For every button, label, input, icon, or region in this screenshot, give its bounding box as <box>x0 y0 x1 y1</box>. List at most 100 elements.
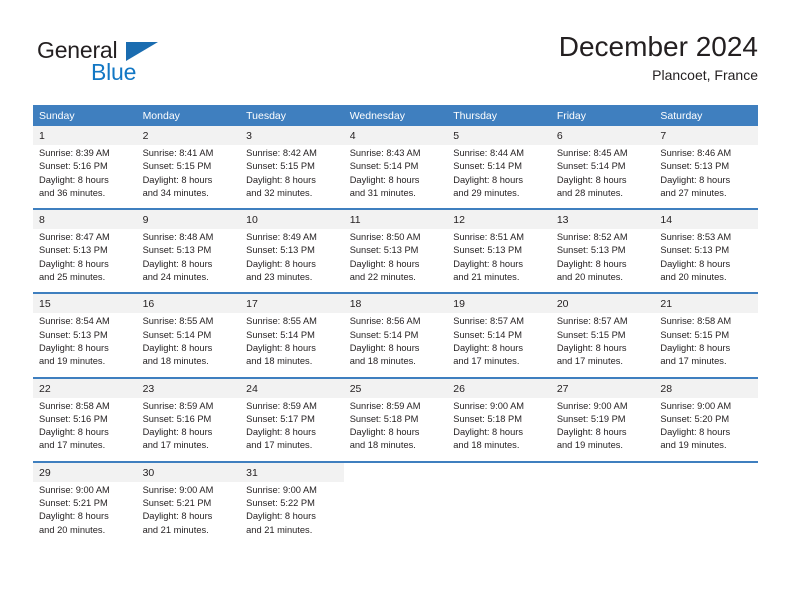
day-detail[interactable]: Sunrise: 8:54 AM Sunset: 5:13 PM Daylight:… <box>33 313 137 378</box>
daylight-text-line2: and 19 minutes. <box>660 440 727 451</box>
sunset-text: Sunset: 5:13 PM <box>556 245 626 256</box>
day-detail[interactable]: Sunrise: 9:00 AM Sunset: 5:21 PM Daylight:… <box>33 481 137 545</box>
day-detail[interactable]: Sunrise: 8:43 AM Sunset: 5:14 PM Daylight:… <box>343 145 448 210</box>
day-detail[interactable]: Sunrise: 8:49 AM Sunset: 5:13 PM Daylight:… <box>240 229 344 294</box>
day-number[interactable]: 22 <box>33 376 137 398</box>
day-detail[interactable]: Sunrise: 9:00 AM Sunset: 5:22 PM Daylight:… <box>240 481 344 545</box>
sunrise-text: Sunrise: 8:48 AM <box>142 232 214 243</box>
general-blue-logo[interactable]: General Blue <box>33 36 213 90</box>
day-detail[interactable]: Sunrise: 8:50 AM Sunset: 5:13 PM Daylight:… <box>343 229 448 294</box>
day-number[interactable]: 6 <box>550 126 655 145</box>
day-number[interactable]: 30 <box>136 460 241 482</box>
day-detail[interactable]: Sunrise: 8:57 AM Sunset: 5:15 PM Daylight:… <box>550 313 655 378</box>
day-detail[interactable]: Sunrise: 8:48 AM Sunset: 5:13 PM Daylight:… <box>136 229 241 294</box>
day-number[interactable]: 29 <box>33 460 137 482</box>
daylight-text-line2: and 24 minutes. <box>142 272 209 283</box>
title-block: December 2024 Plancoet, France <box>559 30 758 86</box>
sunset-text: Sunset: 5:13 PM <box>660 245 730 256</box>
sunset-text: Sunset: 5:17 PM <box>246 413 315 424</box>
day-detail[interactable]: Sunrise: 8:39 AM Sunset: 5:16 PM Daylight:… <box>33 145 137 210</box>
day-detail[interactable]: Sunrise: 8:59 AM Sunset: 5:16 PM Daylight:… <box>136 397 241 462</box>
day-detail[interactable]: Sunrise: 8:55 AM Sunset: 5:14 PM Daylight:… <box>136 313 241 378</box>
weekday-header-tuesday: Tuesday <box>240 105 344 126</box>
sunset-text: Sunset: 5:21 PM <box>39 498 108 509</box>
day-detail[interactable]: Sunrise: 8:42 AM Sunset: 5:15 PM Daylight:… <box>240 145 344 210</box>
week-number-row: 15 16 17 18 19 20 21 <box>33 292 758 314</box>
day-number[interactable]: 14 <box>654 208 758 230</box>
day-number[interactable]: 25 <box>343 376 448 398</box>
day-detail-empty <box>550 481 655 545</box>
day-number[interactable]: 24 <box>240 376 344 398</box>
logo-text-blue: Blue <box>91 59 137 85</box>
day-detail[interactable]: Sunrise: 9:00 AM Sunset: 5:18 PM Daylight:… <box>447 397 551 462</box>
daylight-text-line1: Daylight: 8 hours <box>349 174 420 185</box>
day-number[interactable]: 1 <box>33 126 137 145</box>
day-number[interactable]: 5 <box>447 126 551 145</box>
page-title: December 2024 <box>558 31 758 62</box>
day-number[interactable]: 2 <box>136 126 241 145</box>
day-number[interactable]: 13 <box>550 208 655 230</box>
daylight-text-line1: Daylight: 8 hours <box>556 427 627 438</box>
day-detail[interactable]: Sunrise: 9:00 AM Sunset: 5:19 PM Daylight:… <box>550 397 655 462</box>
day-detail[interactable]: Sunrise: 8:44 AM Sunset: 5:14 PM Daylight:… <box>447 145 551 210</box>
daylight-text-line2: and 32 minutes. <box>246 187 313 198</box>
day-number[interactable]: 3 <box>240 126 344 145</box>
day-detail[interactable]: Sunrise: 8:41 AM Sunset: 5:15 PM Daylight:… <box>136 145 241 210</box>
day-number[interactable]: 19 <box>447 292 551 314</box>
daylight-text-line2: and 21 minutes. <box>142 524 209 535</box>
day-number[interactable]: 21 <box>654 292 758 314</box>
day-detail[interactable]: Sunrise: 8:53 AM Sunset: 5:13 PM Daylight:… <box>654 229 758 294</box>
day-detail[interactable]: Sunrise: 8:59 AM Sunset: 5:18 PM Daylight:… <box>343 397 448 462</box>
day-detail[interactable]: Sunrise: 9:00 AM Sunset: 5:21 PM Daylight:… <box>136 481 241 545</box>
day-number[interactable]: 17 <box>240 292 344 314</box>
sunset-text: Sunset: 5:13 PM <box>660 161 730 172</box>
sunset-text: Sunset: 5:13 PM <box>246 245 315 256</box>
day-detail[interactable]: Sunrise: 8:59 AM Sunset: 5:17 PM Daylight:… <box>240 397 344 462</box>
day-number[interactable]: 27 <box>550 376 655 398</box>
day-detail[interactable]: Sunrise: 8:57 AM Sunset: 5:14 PM Daylight:… <box>447 313 551 378</box>
daylight-text-line1: Daylight: 8 hours <box>142 427 213 438</box>
day-detail[interactable]: Sunrise: 8:58 AM Sunset: 5:16 PM Daylight:… <box>33 397 137 462</box>
day-number[interactable]: 8 <box>33 208 137 230</box>
day-detail[interactable]: Sunrise: 8:52 AM Sunset: 5:13 PM Daylight:… <box>550 229 655 294</box>
day-number[interactable]: 11 <box>343 208 448 230</box>
day-number[interactable]: 7 <box>654 126 758 145</box>
day-number[interactable]: 18 <box>343 292 448 314</box>
sunrise-text: Sunrise: 8:47 AM <box>39 232 110 243</box>
day-number[interactable]: 12 <box>447 208 551 230</box>
sunrise-text: Sunrise: 8:49 AM <box>246 232 317 243</box>
day-detail[interactable]: Sunrise: 8:45 AM Sunset: 5:14 PM Daylight:… <box>550 145 655 210</box>
day-detail[interactable]: Sunrise: 8:51 AM Sunset: 5:13 PM Daylight:… <box>447 229 551 294</box>
sunset-text: Sunset: 5:13 PM <box>39 245 108 256</box>
day-detail[interactable]: Sunrise: 9:00 AM Sunset: 5:20 PM Daylight:… <box>654 397 758 462</box>
daylight-text-line2: and 17 minutes. <box>453 356 520 367</box>
weekday-header-sunday: Sunday <box>33 105 137 126</box>
day-detail[interactable]: Sunrise: 8:55 AM Sunset: 5:14 PM Daylight:… <box>240 313 344 378</box>
day-detail[interactable]: Sunrise: 8:58 AM Sunset: 5:15 PM Daylight:… <box>654 313 758 378</box>
day-number[interactable]: 16 <box>136 292 241 314</box>
sunrise-text: Sunrise: 8:52 AM <box>556 232 628 243</box>
daylight-text-line1: Daylight: 8 hours <box>246 258 316 269</box>
day-detail[interactable]: Sunrise: 8:56 AM Sunset: 5:14 PM Daylight:… <box>343 313 448 378</box>
daylight-text-line1: Daylight: 8 hours <box>556 258 627 269</box>
daylight-text-line2: and 19 minutes. <box>39 356 106 367</box>
day-number[interactable]: 31 <box>240 460 344 482</box>
sunrise-text: Sunrise: 8:59 AM <box>142 400 214 411</box>
daylight-text-line2: and 29 minutes. <box>453 187 520 198</box>
day-number[interactable]: 10 <box>240 208 344 230</box>
day-number[interactable]: 15 <box>33 292 137 314</box>
day-number[interactable]: 9 <box>136 208 241 230</box>
day-number[interactable]: 20 <box>550 292 655 314</box>
day-detail[interactable]: Sunrise: 8:47 AM Sunset: 5:13 PM Daylight:… <box>33 229 137 294</box>
daylight-text-line1: Daylight: 8 hours <box>453 342 524 353</box>
day-number[interactable]: 26 <box>447 376 551 398</box>
day-detail[interactable]: Sunrise: 8:46 AM Sunset: 5:13 PM Daylight:… <box>654 145 758 210</box>
sunset-text: Sunset: 5:16 PM <box>39 161 108 172</box>
day-number[interactable]: 4 <box>343 126 448 145</box>
sunset-text: Sunset: 5:15 PM <box>660 329 730 340</box>
day-number[interactable]: 23 <box>136 376 241 398</box>
day-number-empty <box>550 460 655 482</box>
sunrise-text: Sunrise: 9:00 AM <box>142 484 214 495</box>
day-number[interactable]: 28 <box>654 376 758 398</box>
daylight-text-line2: and 34 minutes. <box>142 187 209 198</box>
